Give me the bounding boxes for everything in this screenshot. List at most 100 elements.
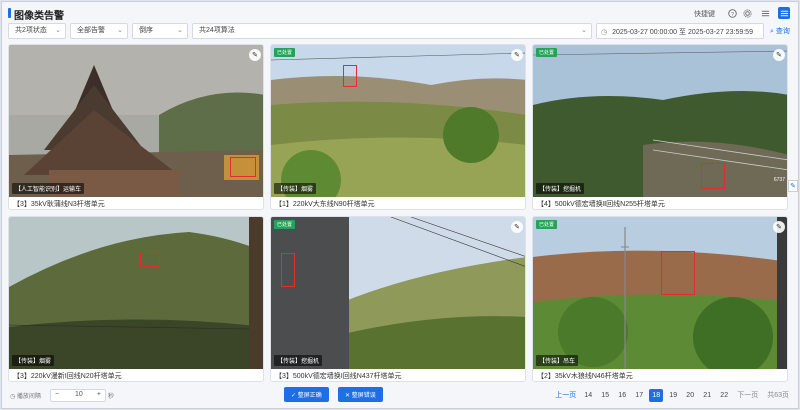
edit-icon[interactable]: ✎ bbox=[773, 49, 785, 61]
order-select[interactable]: 倒序 ⌄ bbox=[132, 23, 188, 39]
next-page-link[interactable]: 下一页 bbox=[737, 390, 758, 400]
card-caption: 【1】220kV大东线N90杆塔单元 bbox=[275, 201, 375, 208]
mark-all-wrong-button[interactable]: ✕ 整屏错误 bbox=[338, 387, 383, 402]
image-overlay-text: 6737 bbox=[773, 177, 785, 183]
total-pages: 共63页 bbox=[767, 392, 789, 399]
edit-icon[interactable]: ✎ bbox=[511, 49, 523, 61]
chevron-down-icon: ⌄ bbox=[177, 27, 183, 34]
card-caption: 【3】35kV耿蒲线N3杆塔单元 bbox=[13, 201, 105, 208]
footer: ◷ 播放间隔 − 10 + 秒 ✓ 整屏正确 ✕ 整屏错误 上一页 14 15 … bbox=[2, 386, 798, 404]
page-button[interactable]: 17 bbox=[632, 389, 646, 402]
alarm-bounding-box bbox=[661, 251, 695, 295]
edit-icon[interactable]: ✎ bbox=[773, 221, 785, 233]
title-accent bbox=[8, 8, 11, 18]
interval-label: ◷ 播放间隔 bbox=[10, 391, 41, 400]
page-button[interactable]: 15 bbox=[598, 389, 612, 402]
order-select-value: 倒序 bbox=[139, 27, 153, 34]
alarm-bounding-box bbox=[230, 157, 256, 177]
svg-text:?: ? bbox=[731, 11, 734, 17]
close-icon: ✕ bbox=[345, 393, 352, 399]
chevron-down-icon: ⌄ bbox=[117, 27, 123, 34]
page-button[interactable]: 16 bbox=[615, 389, 629, 402]
edit-icon[interactable]: ✎ bbox=[511, 221, 523, 233]
help-icon[interactable]: ? bbox=[726, 7, 738, 19]
alarm-bounding-box bbox=[281, 253, 295, 287]
alarm-bounding-box bbox=[701, 163, 725, 189]
alarm-image[interactable]: 【传装】烟雾 bbox=[9, 217, 263, 369]
alarm-card[interactable]: 已处置 【传装】烟雾 ✎ 【1】220kV大东线N90杆塔单元 bbox=[270, 44, 526, 210]
alarm-bounding-box bbox=[140, 251, 160, 267]
interval-value[interactable]: 10 bbox=[75, 391, 83, 398]
page-button[interactable]: 20 bbox=[683, 389, 697, 402]
alarm-bounding-box bbox=[343, 65, 357, 87]
alarm-card[interactable]: 已处置 【传装】挖掘机 6737 ✎ 【4】500kV德宏墙换Ⅱ回线N255杆塔… bbox=[532, 44, 788, 210]
card-caption: 【3】500kV德宏墙换Ⅰ回线N437杆塔单元 bbox=[275, 373, 402, 380]
interval-stepper[interactable]: − 10 + bbox=[50, 389, 106, 402]
alarm-card[interactable]: 【人工智能识别】运输车 ✎ 【3】35kV耿蒲线N3杆塔单元 bbox=[8, 44, 264, 210]
search-icon: ⌕ bbox=[770, 28, 774, 35]
status-badge: 已处置 bbox=[274, 220, 296, 229]
alarm-image[interactable]: 【人工智能识别】运输车 ✎ bbox=[9, 45, 263, 197]
mark-all-correct-label: 整屏正确 bbox=[297, 393, 322, 399]
card-caption: 【2】35kV木狼线N46杆塔单元 bbox=[537, 373, 633, 380]
detection-label: 【传装】挖掘机 bbox=[536, 183, 585, 194]
status-select[interactable]: 共2项状态 ⌄ bbox=[8, 23, 66, 39]
shortcut-link[interactable]: 快捷键 bbox=[694, 9, 715, 19]
page-button[interactable]: 22 bbox=[717, 389, 731, 402]
settings-icon[interactable] bbox=[741, 7, 753, 19]
grid-view-icon[interactable] bbox=[778, 7, 790, 19]
status-select-value: 共2项状态 bbox=[15, 27, 47, 34]
page-title: 图像类告警 bbox=[14, 11, 64, 22]
page-button[interactable]: 19 bbox=[666, 389, 680, 402]
status-badge: 已处置 bbox=[536, 48, 558, 57]
filter-bar: 共2项状态 ⌄ 全部告警 ⌄ 倒序 ⌄ 共24项算法 ⌄ ◷ 2025-03-2… bbox=[8, 23, 794, 39]
alarm-select-value: 全部告警 bbox=[77, 27, 105, 34]
mark-all-correct-button[interactable]: ✓ 整屏正确 bbox=[284, 387, 329, 402]
plus-icon[interactable]: + bbox=[97, 391, 101, 398]
card-caption: 【4】500kV德宏墙换Ⅱ回线N255杆塔单元 bbox=[537, 201, 665, 208]
alarm-card[interactable]: 已处置 【传装】挖掘机 ✎ 【3】500kV德宏墙换Ⅰ回线N437杆塔单元 bbox=[270, 216, 526, 382]
clock-icon: ◷ bbox=[601, 29, 608, 36]
detection-label: 【传装】挖掘机 bbox=[274, 355, 323, 366]
alarm-image[interactable]: 已处置 【传装】吊车 ✎ bbox=[533, 217, 787, 369]
detection-label: 【人工智能识别】运输车 bbox=[12, 183, 85, 194]
alarm-image[interactable]: 已处置 【传装】烟雾 ✎ bbox=[271, 45, 525, 197]
algorithm-select[interactable]: 共24项算法 ⌄ bbox=[192, 23, 592, 39]
query-button[interactable]: ⌕ 查询 bbox=[770, 23, 798, 39]
date-range-picker[interactable]: ◷ 2025-03-27 00:00:00 至 2025-03-27 23:59… bbox=[596, 23, 764, 39]
minus-icon[interactable]: − bbox=[55, 391, 59, 398]
list-view-icon[interactable] bbox=[759, 7, 771, 19]
date-separator: 至 bbox=[679, 29, 687, 36]
pagination: 上一页 14 15 16 17 18 19 20 21 22 下一页 共63页 bbox=[553, 388, 792, 402]
alarm-select[interactable]: 全部告警 ⌄ bbox=[70, 23, 128, 39]
app-window: 图像类告警 快捷键 ? 共2项状态 ⌄ 全部告警 ⌄ 倒序 ⌄ 共24项算法 ⌄… bbox=[1, 1, 799, 409]
detection-label: 【传装】烟雾 bbox=[274, 183, 317, 194]
side-panel-toggle[interactable]: ✎ bbox=[788, 180, 798, 192]
alarm-image[interactable]: 已处置 【传装】挖掘机 ✎ bbox=[271, 217, 525, 369]
date-start: 2025-03-27 00:00:00 bbox=[612, 29, 678, 36]
alarm-card[interactable]: 【传装】烟雾 【3】220kV漫新Ⅰ回线N20杆塔单元 bbox=[8, 216, 264, 382]
alarm-image[interactable]: 已处置 【传装】挖掘机 6737 ✎ bbox=[533, 45, 787, 197]
mark-all-wrong-label: 整屏错误 bbox=[351, 393, 376, 399]
edit-icon[interactable]: ✎ bbox=[249, 49, 261, 61]
interval-label-text: 播放间隔 bbox=[16, 394, 41, 400]
page-button[interactable]: 21 bbox=[700, 389, 714, 402]
clock-icon: ◷ bbox=[10, 394, 17, 400]
detection-label: 【传装】烟雾 bbox=[12, 355, 55, 366]
card-caption: 【3】220kV漫新Ⅰ回线N20杆塔单元 bbox=[13, 373, 122, 380]
seconds-label: 秒 bbox=[108, 394, 115, 400]
chevron-down-icon: ⌄ bbox=[55, 27, 61, 34]
chevron-down-icon: ⌄ bbox=[581, 27, 587, 34]
status-badge: 已处置 bbox=[274, 48, 296, 57]
check-icon: ✓ bbox=[291, 393, 298, 399]
alarm-card[interactable]: 已处置 【传装】吊车 ✎ 【2】35kV木狼线N46杆塔单元 bbox=[532, 216, 788, 382]
status-badge: 已处置 bbox=[536, 220, 558, 229]
detection-label: 【传装】吊车 bbox=[536, 355, 579, 366]
algorithm-select-value: 共24项算法 bbox=[199, 27, 235, 34]
query-label: 查询 bbox=[775, 28, 790, 35]
page-button-active[interactable]: 18 bbox=[649, 388, 664, 402]
header: 图像类告警 快捷键 ? bbox=[2, 2, 798, 22]
page-button[interactable]: 14 bbox=[581, 389, 595, 402]
prev-page-link[interactable]: 上一页 bbox=[555, 390, 576, 400]
date-end: 2025-03-27 23:59:59 bbox=[687, 29, 753, 36]
